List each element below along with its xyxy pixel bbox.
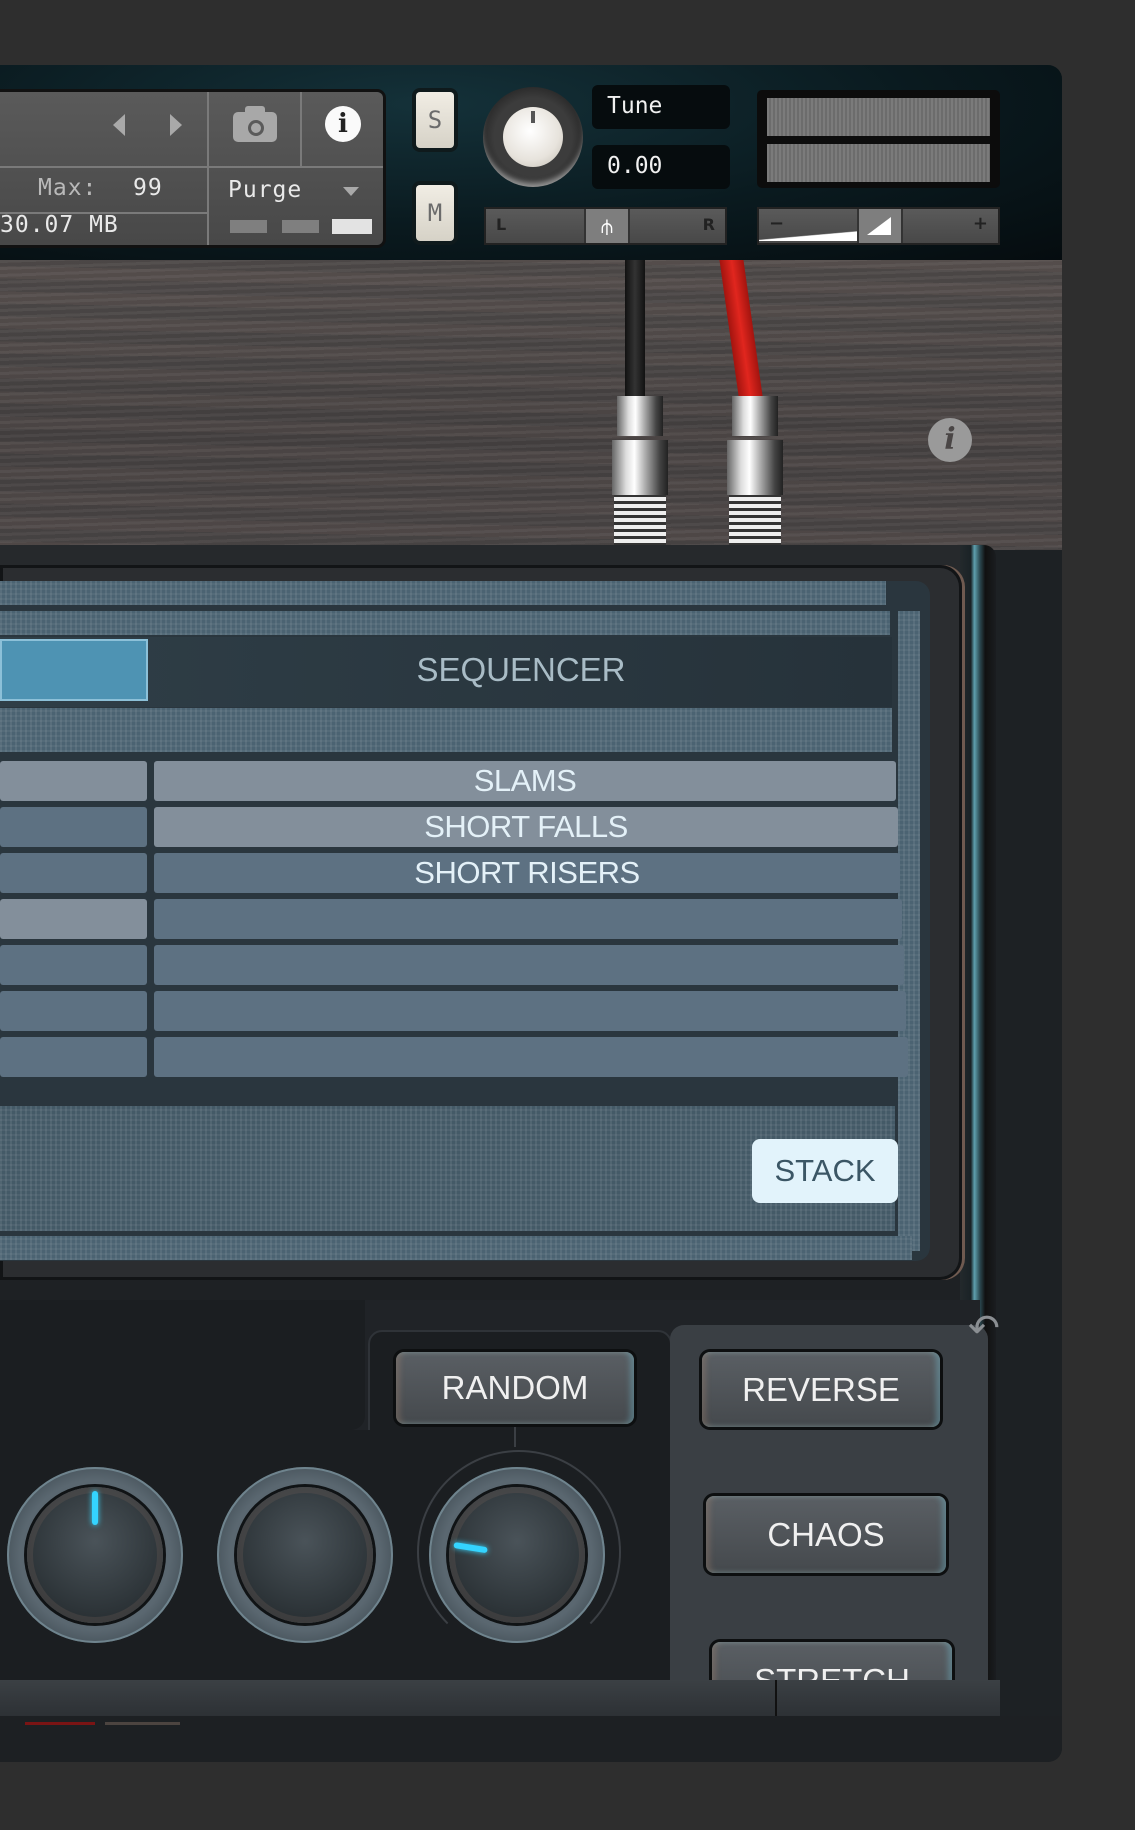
list-row-label[interactable]: [154, 899, 902, 939]
connector-line: [514, 1427, 516, 1447]
output-indicator: [332, 219, 372, 234]
black-cable: [625, 260, 645, 410]
info-icon[interactable]: i: [325, 106, 361, 142]
tune-label: Tune: [607, 93, 663, 119]
camera-icon[interactable]: [233, 106, 277, 142]
stack-area: STACK: [0, 1106, 898, 1231]
list-row[interactable]: SHORT FALLS: [0, 807, 900, 847]
list-row[interactable]: [0, 991, 906, 1031]
volume-handle[interactable]: [857, 209, 903, 243]
divider: [300, 92, 302, 166]
screen-strip: [0, 708, 892, 752]
knob-cap: [237, 1487, 373, 1623]
info-icon[interactable]: i: [928, 418, 972, 462]
list-row-slot[interactable]: [0, 853, 147, 893]
meter-right: [767, 144, 990, 182]
screen-strip: [0, 581, 886, 605]
list-row-slot[interactable]: [0, 761, 147, 801]
list-row-label[interactable]: [154, 1037, 908, 1077]
volume-plus-label: +: [972, 213, 988, 234]
max-voices-value[interactable]: 99: [133, 175, 163, 201]
knob-glide[interactable]: [217, 1467, 393, 1643]
tune-label-display: Tune: [592, 85, 730, 129]
list-row-slot[interactable]: [0, 991, 147, 1031]
pan-left-label: L: [496, 215, 507, 234]
list-row[interactable]: SLAMS: [0, 761, 900, 801]
list-row-label[interactable]: [154, 945, 904, 985]
list-row-slot[interactable]: [0, 899, 147, 939]
triangle-right-icon[interactable]: [170, 114, 182, 136]
list-row-label[interactable]: SLAMS: [154, 761, 896, 801]
audio-plug: [732, 396, 778, 436]
device-screen: SEQUENCER SLAMS SHORT FALLS SHORT RISERS S…: [0, 581, 930, 1261]
pan-handle[interactable]: ⫛: [584, 209, 630, 243]
wood-background: i: [0, 260, 1062, 550]
instrument-header: i Max: 99 30.07 MB Purge S M Tune 0.00 L…: [0, 65, 1062, 260]
chevron-down-icon[interactable]: [343, 187, 359, 196]
screen-strip: [0, 611, 890, 635]
panel-blank: [0, 1300, 365, 1430]
tab-active[interactable]: [0, 639, 148, 701]
pan-right-label: R: [702, 215, 715, 234]
mute-button[interactable]: M: [416, 185, 454, 241]
volume-ramp: [759, 231, 859, 241]
screen-strip: [0, 1236, 912, 1260]
list-row[interactable]: SHORT RISERS: [0, 853, 900, 893]
tune-knob[interactable]: [483, 87, 583, 187]
tune-value-display[interactable]: 0.00: [592, 145, 730, 189]
divider: [0, 166, 383, 168]
reverse-button[interactable]: REVERSE: [702, 1352, 940, 1427]
plugin-window: i Max: 99 30.07 MB Purge S M Tune 0.00 L…: [0, 65, 1062, 1762]
list-row-label[interactable]: [154, 991, 906, 1031]
volume-slider[interactable]: − +: [757, 207, 1000, 245]
meter-left: [767, 98, 990, 136]
sample-list: SLAMS SHORT FALLS SHORT RISERS: [0, 761, 908, 1091]
max-label: Max:: [38, 175, 98, 201]
triangle-left-icon[interactable]: [113, 114, 125, 136]
undo-icon[interactable]: ↶: [968, 1308, 1008, 1348]
list-row-label[interactable]: SHORT FALLS: [154, 807, 898, 847]
memory-usage: 30.07 MB: [0, 212, 119, 238]
solo-button[interactable]: S: [416, 92, 454, 148]
instrument-info-panel: i Max: 99 30.07 MB Purge: [0, 92, 383, 245]
list-row-slot[interactable]: [0, 945, 147, 985]
list-row[interactable]: [0, 899, 902, 939]
red-cable: [719, 260, 765, 410]
brand-mark: [105, 1722, 180, 1725]
audio-plug-grip: [614, 495, 666, 550]
stack-button[interactable]: STACK: [752, 1139, 898, 1203]
tune-value: 0.00: [607, 153, 663, 179]
list-row-label[interactable]: SHORT RISERS: [154, 853, 900, 893]
audio-plug: [727, 440, 783, 495]
audio-plug: [612, 440, 668, 495]
brand-mark: [25, 1722, 95, 1725]
knob-indicator: [531, 111, 535, 123]
divider: [775, 1680, 777, 1716]
purge-label[interactable]: Purge: [228, 177, 302, 203]
knob-cap: [449, 1487, 585, 1623]
device-body: SEQUENCER SLAMS SHORT FALLS SHORT RISERS S…: [0, 545, 1040, 1762]
tab-sequencer[interactable]: SEQUENCER: [150, 637, 892, 703]
knob-offset[interactable]: [429, 1467, 605, 1643]
device-bottom-bezel: [0, 1680, 1000, 1716]
list-row-slot[interactable]: [0, 807, 147, 847]
list-row[interactable]: [0, 945, 904, 985]
random-button[interactable]: RANDOM: [396, 1352, 634, 1424]
output-indicator: [282, 220, 319, 233]
knob-indicator: [92, 1491, 98, 1525]
list-row[interactable]: [0, 1037, 908, 1077]
chaos-button[interactable]: CHAOS: [706, 1496, 946, 1573]
device-base: [0, 1716, 1062, 1762]
knob-pitch-env[interactable]: [7, 1467, 183, 1643]
level-meter: [757, 90, 1000, 188]
tab-bar: SEQUENCER: [0, 637, 892, 707]
list-row-slot[interactable]: [0, 1037, 147, 1077]
audio-plug-grip: [729, 495, 781, 550]
pan-slider[interactable]: L R ⫛: [484, 207, 727, 245]
output-indicator: [230, 220, 267, 233]
divider: [207, 92, 209, 245]
audio-plug: [617, 396, 663, 436]
